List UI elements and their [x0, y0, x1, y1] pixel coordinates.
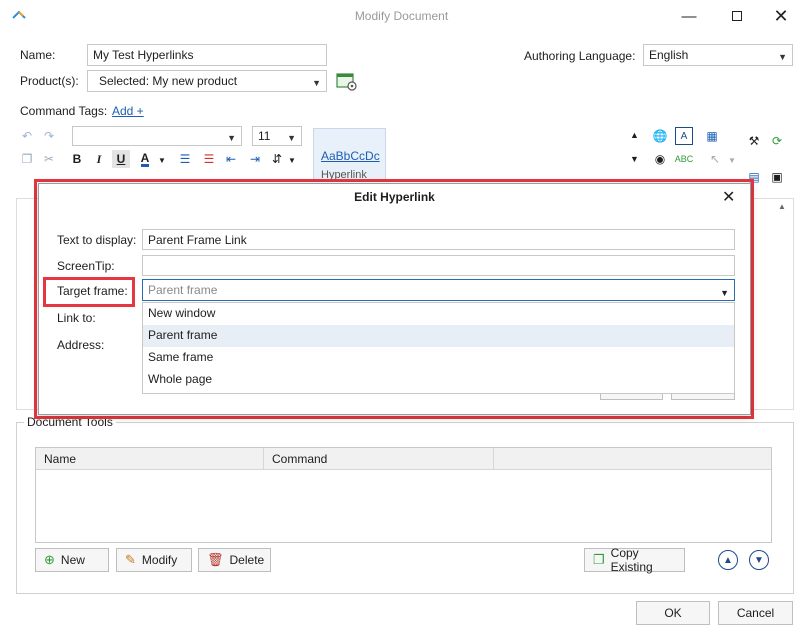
- gallery-down-icon[interactable]: ▼: [630, 154, 639, 164]
- option-whole-page[interactable]: Whole page: [143, 369, 734, 391]
- modify-button[interactable]: ✎ Modify: [116, 548, 192, 572]
- font-color-icon[interactable]: A: [136, 150, 154, 168]
- style-gallery-item[interactable]: AaBbCcDc Hyperlink: [313, 128, 386, 182]
- trash-icon: 🗑: [207, 552, 224, 568]
- chevron-down-icon: ▼: [312, 75, 321, 91]
- undo-icon[interactable]: ↶: [18, 127, 36, 145]
- option-same-frame[interactable]: Same frame: [143, 347, 734, 369]
- column-header-command[interactable]: Command: [264, 448, 494, 469]
- chevron-down-icon[interactable]: ▼: [158, 156, 166, 165]
- move-down-icon[interactable]: ▼: [749, 550, 769, 570]
- minimize-icon[interactable]: —: [667, 2, 711, 30]
- copy-icon: ❐: [593, 552, 605, 568]
- dialog-close-icon[interactable]: ✕: [722, 187, 735, 207]
- authoring-language-select[interactable]: English ▼: [643, 44, 793, 66]
- copy-existing-button-label: Copy Existing: [611, 546, 676, 574]
- option-parent-frame[interactable]: Parent frame: [143, 325, 734, 347]
- option-new-window[interactable]: New window: [143, 303, 734, 325]
- products-value: Selected: My new product: [99, 74, 237, 88]
- products-label: Product(s):: [20, 74, 79, 88]
- dialog-title: Edit Hyperlink: [39, 190, 750, 204]
- text-box-icon[interactable]: A: [675, 127, 693, 145]
- chevron-down-icon: ▼: [778, 49, 787, 65]
- delete-button-label: Delete: [230, 553, 265, 567]
- add-icon: ⊕: [44, 552, 55, 568]
- style-sample: AaBbCcDc: [321, 149, 380, 163]
- address-label: Address:: [57, 338, 104, 352]
- target-frame-options: New window Parent frame Same frame Whole…: [142, 302, 735, 394]
- target-frame-value: Parent frame: [148, 283, 217, 297]
- find-icon[interactable]: ◉: [651, 150, 669, 168]
- chevron-down-icon: ▼: [287, 130, 296, 146]
- hyperlink-icon[interactable]: 🌐: [651, 127, 669, 145]
- underline-icon[interactable]: U: [112, 150, 130, 168]
- screentip-input[interactable]: [142, 255, 735, 276]
- new-button[interactable]: ⊕ New: [35, 548, 109, 572]
- font-size-select[interactable]: 11 ▼: [252, 126, 302, 146]
- products-select[interactable]: Selected: My new product ▼: [87, 70, 327, 92]
- gallery-up-icon[interactable]: ▲: [630, 130, 639, 140]
- close-icon[interactable]: ✕: [759, 2, 803, 30]
- text-to-display-input[interactable]: Parent Frame Link: [142, 229, 735, 250]
- authoring-language-label: Authoring Language:: [524, 49, 635, 63]
- move-up-icon[interactable]: ▲: [718, 550, 738, 570]
- target-frame-select[interactable]: Parent frame ▼: [142, 279, 735, 301]
- text-to-display-label: Text to display:: [57, 233, 136, 247]
- maximize-icon[interactable]: [715, 2, 759, 30]
- refresh-icon[interactable]: ⟳: [768, 132, 786, 150]
- bullet-list-icon[interactable]: ☰: [176, 150, 194, 168]
- target-frame-highlight: [43, 277, 135, 307]
- modify-button-label: Modify: [142, 553, 177, 567]
- select-icon[interactable]: ↖: [706, 150, 724, 168]
- cut-icon[interactable]: ✂: [40, 150, 58, 168]
- scroll-up-icon[interactable]: ▲: [778, 202, 786, 211]
- grid-header: Name Command: [36, 448, 771, 470]
- redo-icon[interactable]: ↷: [40, 127, 58, 145]
- cancel-button[interactable]: Cancel: [718, 601, 793, 625]
- camera-icon[interactable]: ▣: [768, 168, 786, 186]
- table-icon[interactable]: ▦: [703, 127, 721, 145]
- tools-icon[interactable]: ⚒: [745, 132, 763, 150]
- name-label: Name:: [20, 48, 55, 62]
- document-tools-grid[interactable]: Name Command: [35, 447, 772, 543]
- delete-button[interactable]: 🗑 Delete: [198, 548, 271, 572]
- numbered-list-icon[interactable]: ☰: [200, 150, 218, 168]
- column-header-name[interactable]: Name: [36, 448, 264, 469]
- spell-check-icon[interactable]: ABC: [675, 150, 693, 168]
- bold-icon[interactable]: B: [68, 150, 86, 168]
- ok-button[interactable]: OK: [636, 601, 710, 625]
- product-settings-icon[interactable]: [336, 72, 358, 92]
- copy-existing-button[interactable]: ❐ Copy Existing: [584, 548, 685, 572]
- copy-icon[interactable]: ❐: [18, 150, 36, 168]
- link-to-label: Link to:: [57, 311, 96, 325]
- font-family-select[interactable]: ▼: [72, 126, 242, 146]
- chevron-down-icon[interactable]: ▼: [288, 156, 296, 165]
- increase-indent-icon[interactable]: ⇥: [246, 150, 264, 168]
- name-input[interactable]: My Test Hyperlinks: [87, 44, 327, 66]
- new-button-label: New: [61, 553, 85, 567]
- authoring-language-value: English: [649, 48, 688, 62]
- italic-icon[interactable]: I: [90, 150, 108, 168]
- pencil-icon: ✎: [125, 552, 136, 568]
- line-spacing-icon[interactable]: ⇵: [268, 150, 286, 168]
- font-size-value: 11: [258, 129, 270, 143]
- chevron-down-icon: ▼: [227, 130, 236, 146]
- chevron-down-icon: ▼: [720, 285, 729, 301]
- command-tags-label: Command Tags:: [20, 104, 107, 118]
- add-command-tag-link[interactable]: Add +: [112, 104, 144, 118]
- screentip-label: ScreenTip:: [57, 259, 115, 273]
- edit-hyperlink-dialog: Edit Hyperlink ✕ Text to display: Parent…: [38, 183, 751, 415]
- title-bar: Modify Document — ✕: [0, 0, 803, 32]
- decrease-indent-icon[interactable]: ⇤: [222, 150, 240, 168]
- chevron-down-icon[interactable]: ▼: [728, 156, 736, 165]
